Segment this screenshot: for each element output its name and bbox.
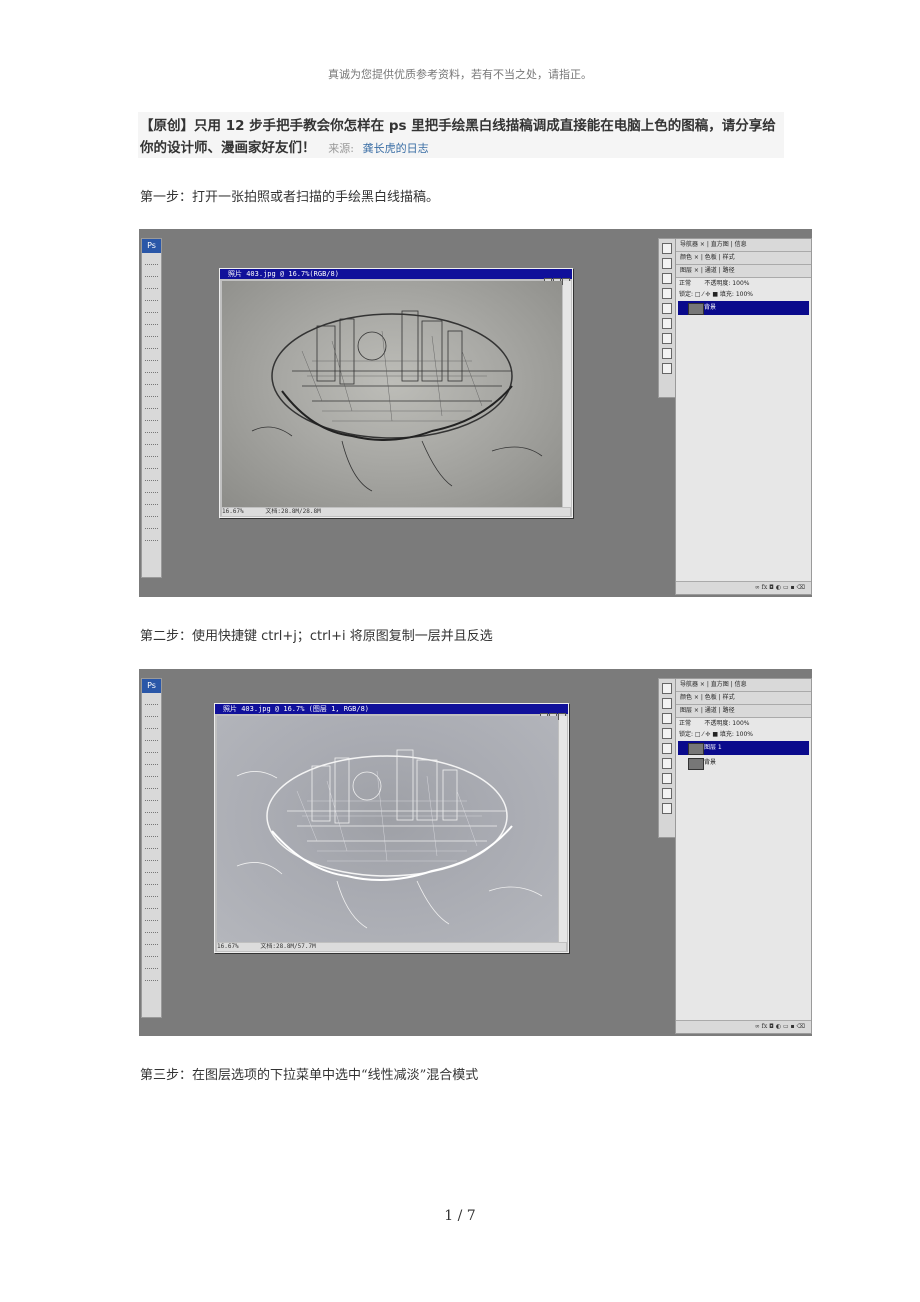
tab-layers[interactable]: 图层 × | 通道 | 路径 (676, 705, 811, 718)
layers-footer[interactable]: ∞ fx ◘ ◐ ▭ ▪ ⌫ (676, 1020, 811, 1033)
document-title: 照片 403.jpg @ 16.7%(RGB/8) (220, 269, 572, 279)
zoom-readout: 16.67% (222, 508, 244, 515)
layer-thumbnail (688, 303, 704, 315)
tool-palette: Ps (141, 678, 162, 1018)
layer-name: 图层 1 (704, 744, 722, 751)
layer-row[interactable]: 背景 (678, 756, 809, 770)
tab-navigator[interactable]: 导航器 × | 直方图 | 信息 (676, 679, 811, 692)
panels-dock: 导航器 × | 直方图 | 信息 颜色 × | 色板 | 样式 图层 × | 通… (675, 238, 812, 595)
blend-mode-select[interactable]: 正常 (679, 720, 691, 727)
tool-palette: Ps (141, 238, 162, 578)
screenshot-step-2: Ps 照片 403.jpg @ 16.7% (图层 1, RGB/8) 16.6… (139, 669, 812, 1036)
layer-row[interactable]: 图层 1 (678, 741, 809, 755)
tab-color[interactable]: 颜色 × | 色板 | 样式 (676, 252, 811, 265)
layer-name: 背景 (704, 304, 717, 311)
step-3: 第三步：在图层选项的下拉菜单中选中“线性减淡”混合模式 (140, 1064, 478, 1083)
layer-name: 背景 (704, 759, 717, 766)
zoom-readout: 16.67% (217, 943, 239, 950)
opacity-field[interactable]: 不透明度: 100% (704, 280, 749, 287)
ps-logo-icon: Ps (142, 679, 161, 693)
step-3-text: 在图层选项的下拉菜单中选中“线性减淡”混合模式 (192, 1068, 479, 1083)
panels-dock: 导航器 × | 直方图 | 信息 颜色 × | 色板 | 样式 图层 × | 通… (675, 678, 812, 1034)
fill-field[interactable]: 锁定: □ ⁄ ✢ ■ 填充: 100% (676, 289, 811, 300)
step-2-label: 第二步： (140, 629, 193, 644)
layers-footer[interactable]: ∞ fx ◘ ◐ ▭ ▪ ⌫ (676, 581, 811, 594)
opacity-field[interactable]: 不透明度: 100% (704, 720, 749, 727)
sketch-illustration (251, 310, 543, 492)
source-label: 来源: (328, 142, 354, 155)
status-bar: 16.67% 文档:28.8M/28.8M (222, 508, 570, 516)
tab-color[interactable]: 颜色 × | 色板 | 样式 (676, 692, 811, 705)
step-2-text-pre: 使用快捷键 (192, 629, 262, 644)
title-text: 【原创】只用 12 步手把手教会你怎样在 ps 里把手绘黑白线描稿调成直接能在电… (140, 118, 776, 156)
screenshot-step-1: Ps 照片 403.jpg @ 16.7%(RGB/8) 16.67% 文档:2… (139, 229, 812, 597)
ps-logo-icon: Ps (142, 239, 161, 253)
source-link[interactable]: 龚长虎的日志 (363, 142, 429, 155)
inverted-sketch-illustration (236, 749, 543, 929)
step-1: 第一步：打开一张拍照或者扫描的手绘黑白线描稿。 (140, 186, 439, 205)
vertical-scrollbar[interactable] (559, 716, 567, 942)
step-2: 第二步：使用快捷键 ctrl+j；ctrl+i 将原图复制一层并且反选 (140, 625, 493, 644)
blend-row[interactable]: 正常 不透明度: 100% (676, 718, 811, 729)
step-1-text: 打开一张拍照或者扫描的手绘黑白线描稿。 (192, 190, 440, 205)
blend-mode-select[interactable]: 正常 (679, 280, 691, 287)
step-1-label: 第一步： (140, 190, 193, 205)
layer-thumbnail (688, 743, 704, 755)
document-window[interactable]: 照片 403.jpg @ 16.7% (图层 1, RGB/8) 16.67% … (214, 703, 569, 953)
page-number: 1 / 7 (444, 1208, 476, 1224)
document-title: 照片 403.jpg @ 16.7% (图层 1, RGB/8) (215, 704, 568, 714)
image-canvas (217, 716, 558, 942)
doc-size: 文档:28.8M/28.8M (265, 508, 321, 515)
vertical-scrollbar[interactable] (563, 281, 571, 507)
layer-thumbnail (688, 758, 704, 770)
panel-icon-strip (658, 238, 676, 398)
panel-icon-strip (658, 678, 676, 838)
tab-navigator[interactable]: 导航器 × | 直方图 | 信息 (676, 239, 811, 252)
step-2-shortcut: ctrl+j；ctrl+i (261, 629, 346, 644)
fill-field[interactable]: 锁定: □ ⁄ ✢ ■ 填充: 100% (676, 729, 811, 740)
status-bar: 16.67% 文档:28.8M/57.7M (217, 943, 566, 951)
tab-layers[interactable]: 图层 × | 通道 | 路径 (676, 265, 811, 278)
image-canvas (222, 281, 562, 507)
layer-row[interactable]: 背景 (678, 301, 809, 315)
article-title: 【原创】只用 12 步手把手教会你怎样在 ps 里把手绘黑白线描稿调成直接能在电… (140, 115, 780, 160)
document-window[interactable]: 照片 403.jpg @ 16.7%(RGB/8) 16.67% 文档:28.8… (219, 268, 573, 518)
step-2-text-post: 将原图复制一层并且反选 (345, 629, 493, 644)
blend-row[interactable]: 正常 不透明度: 100% (676, 278, 811, 289)
step-3-label: 第三步： (140, 1068, 193, 1083)
doc-size: 文档:28.8M/57.7M (260, 943, 316, 950)
header-note: 真诚为您提供优质参考资料，若有不当之处，请指正。 (328, 68, 592, 81)
